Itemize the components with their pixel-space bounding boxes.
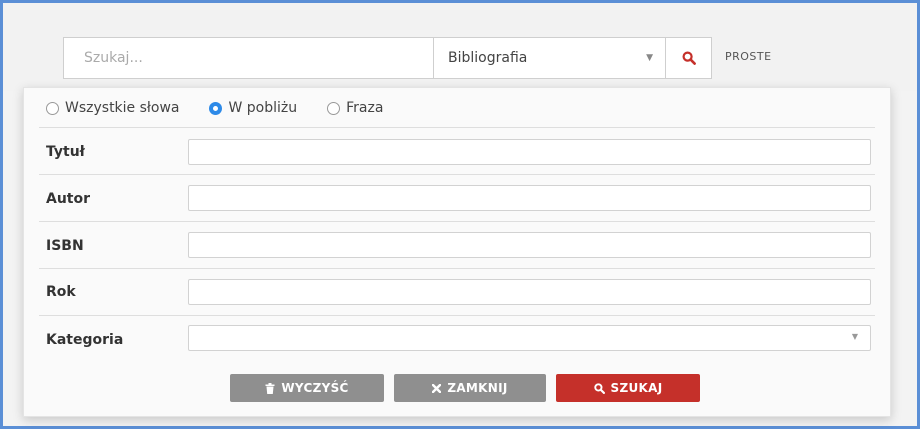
search-bar: Szukaj... Bibliografia ▼ PROSTE [3,3,917,91]
category-select[interactable]: ▼ [188,325,871,351]
radio-label: Wszystkie słowa [65,100,180,116]
search-scope-select[interactable]: Bibliografia ▼ [433,37,666,79]
trash-icon [265,382,275,394]
divider [39,268,875,269]
action-buttons: WYCZYŚĆ ZAMKNIJ SZUKAJ [230,374,700,402]
isbn-input[interactable] [188,232,871,258]
match-mode-near[interactable]: W pobliżu [209,100,297,116]
year-label: Rok [46,284,76,300]
caret-down-icon: ▼ [851,332,858,341]
match-mode-all-words[interactable]: Wszystkie słowa [46,100,179,116]
category-label: Kategoria [46,332,124,348]
close-label: ZAMKNIJ [447,381,508,395]
match-mode-phrase[interactable]: Fraza [327,100,383,116]
search-label: SZUKAJ [610,381,663,395]
advanced-search-panel: Wszystkie słowa W pobliżu Fraza Tytuł Au… [23,87,891,417]
title-label: Tytuł [46,144,85,160]
simple-mode-link[interactable]: PROSTE [725,50,772,63]
divider [39,127,875,128]
clear-label: WYCZYŚĆ [281,381,349,395]
x-icon [432,383,442,393]
magnifier-icon [681,51,696,65]
search-widget-frame: Szukaj... Bibliografia ▼ PROSTE Wszystki… [0,0,920,429]
author-label: Autor [46,191,91,207]
author-input[interactable] [188,185,871,211]
divider [39,315,875,316]
radio-checked-icon[interactable] [209,101,223,115]
search-input[interactable]: Szukaj... [63,37,433,79]
search-button[interactable]: SZUKAJ [556,374,700,402]
divider [39,221,875,222]
close-button[interactable]: ZAMKNIJ [394,374,546,402]
radio-label: W pobliżu [228,100,298,116]
year-input[interactable] [188,279,871,305]
clear-button[interactable]: WYCZYŚĆ [230,374,384,402]
isbn-label: ISBN [46,238,84,254]
magnifier-icon [593,382,605,394]
radio-icon[interactable] [327,101,341,115]
search-scope-value: Bibliografia [448,50,528,66]
match-mode-group: Wszystkie słowa W pobliżu Fraza [46,96,413,120]
search-submit-button[interactable] [666,37,712,79]
radio-icon[interactable] [46,101,59,115]
radio-label: Fraza [346,100,384,116]
divider [39,174,875,175]
title-input[interactable] [188,139,871,165]
caret-down-icon: ▼ [646,53,653,63]
